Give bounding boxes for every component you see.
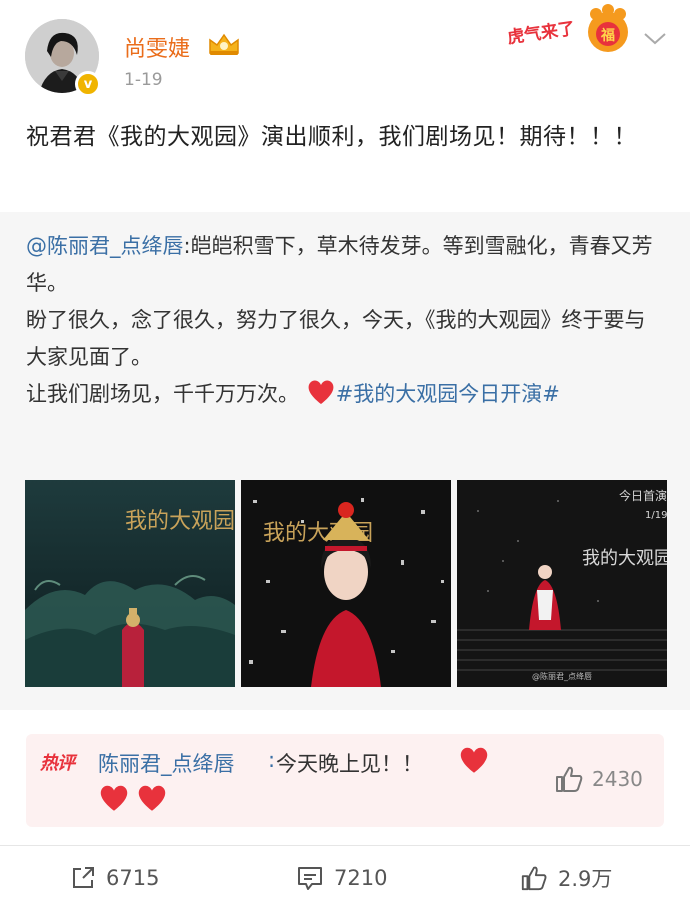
hot-comment-tag: 热评 (40, 753, 75, 774)
repost-line2: 盼了很久，念了很久，努力了很久，今天，《我的大观园》终于要与大家见面了。 (26, 308, 646, 369)
share-icon (73, 867, 94, 888)
thumb-up-icon (521, 866, 547, 891)
comment-colon: : (268, 748, 276, 772)
poster-3-date: 1/19 (645, 510, 667, 521)
poster-3-watermark: @陈丽君_点绛唇 (532, 671, 592, 681)
heart-icon (460, 747, 488, 773)
share-count: 6715 (106, 866, 160, 890)
comment-icon (298, 867, 322, 890)
comment-like-count: 2430 (592, 767, 643, 791)
chevron-down-icon[interactable] (642, 30, 668, 48)
like-button[interactable]: 2.9万 (520, 858, 612, 898)
heart-icon (138, 785, 166, 811)
tiger-new-year-badge[interactable]: 虎气来了 福 (505, 2, 635, 58)
like-count: 2.9万 (558, 867, 613, 891)
poster-1-title-a: 我的大观园 (125, 509, 235, 534)
heart-icon (308, 380, 334, 404)
badge-glyph: 福 (600, 27, 615, 44)
poster-3-top-text: 今日首演 (619, 488, 667, 503)
comment-text: 今天晚上见！！ (276, 752, 423, 776)
comment-author[interactable]: 陈丽君_点绛唇 (98, 748, 235, 778)
poster-2[interactable]: 我的大观园 (241, 480, 451, 687)
badge-text: 虎气来了 (506, 18, 576, 47)
repost-block[interactable]: @陈丽君_点绛唇:皑皑积雪下，草木待发芽。等到雪融化，青春又芳华。 盼了很久，念… (0, 212, 690, 710)
heart-icon (100, 785, 128, 811)
repost-hashtag[interactable]: #我的大观园今日开演# (336, 382, 560, 406)
vip-crown-icon (209, 33, 239, 55)
poster-3-title: 我的大观园 (582, 548, 667, 569)
post-time: 1-19 (124, 70, 163, 90)
thumb-up-icon[interactable] (554, 765, 584, 793)
comment-button[interactable]: 7210 (296, 858, 387, 898)
comment-count: 7210 (334, 866, 388, 890)
verified-badge: v (75, 71, 101, 97)
repost-text: @陈丽君_点绛唇:皑皑积雪下，草木待发芽。等到雪融化，青春又芳华。 盼了很久，念… (26, 228, 666, 413)
poster-1[interactable]: 我的大观园 (25, 480, 235, 687)
divider (0, 845, 690, 846)
repost-mention[interactable]: @陈丽君_点绛唇 (26, 234, 184, 258)
hot-comment[interactable]: 热评 陈丽君_点绛唇 : 今天晚上见！！ 2430 (26, 734, 664, 827)
username[interactable]: 尚雯婕 (124, 31, 190, 63)
poster-3[interactable]: 今日首演 1/19 我的大观园 @陈丽君_点绛唇 (457, 480, 667, 687)
repost-line3: 让我们剧场见，千千万万次。 (26, 382, 299, 406)
share-button[interactable]: 6715 (70, 858, 159, 898)
photo-grid: 我的大观园 我的大观园 今日首演 1/19 我的大观园 @陈丽君_点绛唇 (25, 480, 667, 687)
post-text: 祝君君《我的大观园》演出顺利，我们剧场见！期待！！！ (26, 124, 637, 150)
